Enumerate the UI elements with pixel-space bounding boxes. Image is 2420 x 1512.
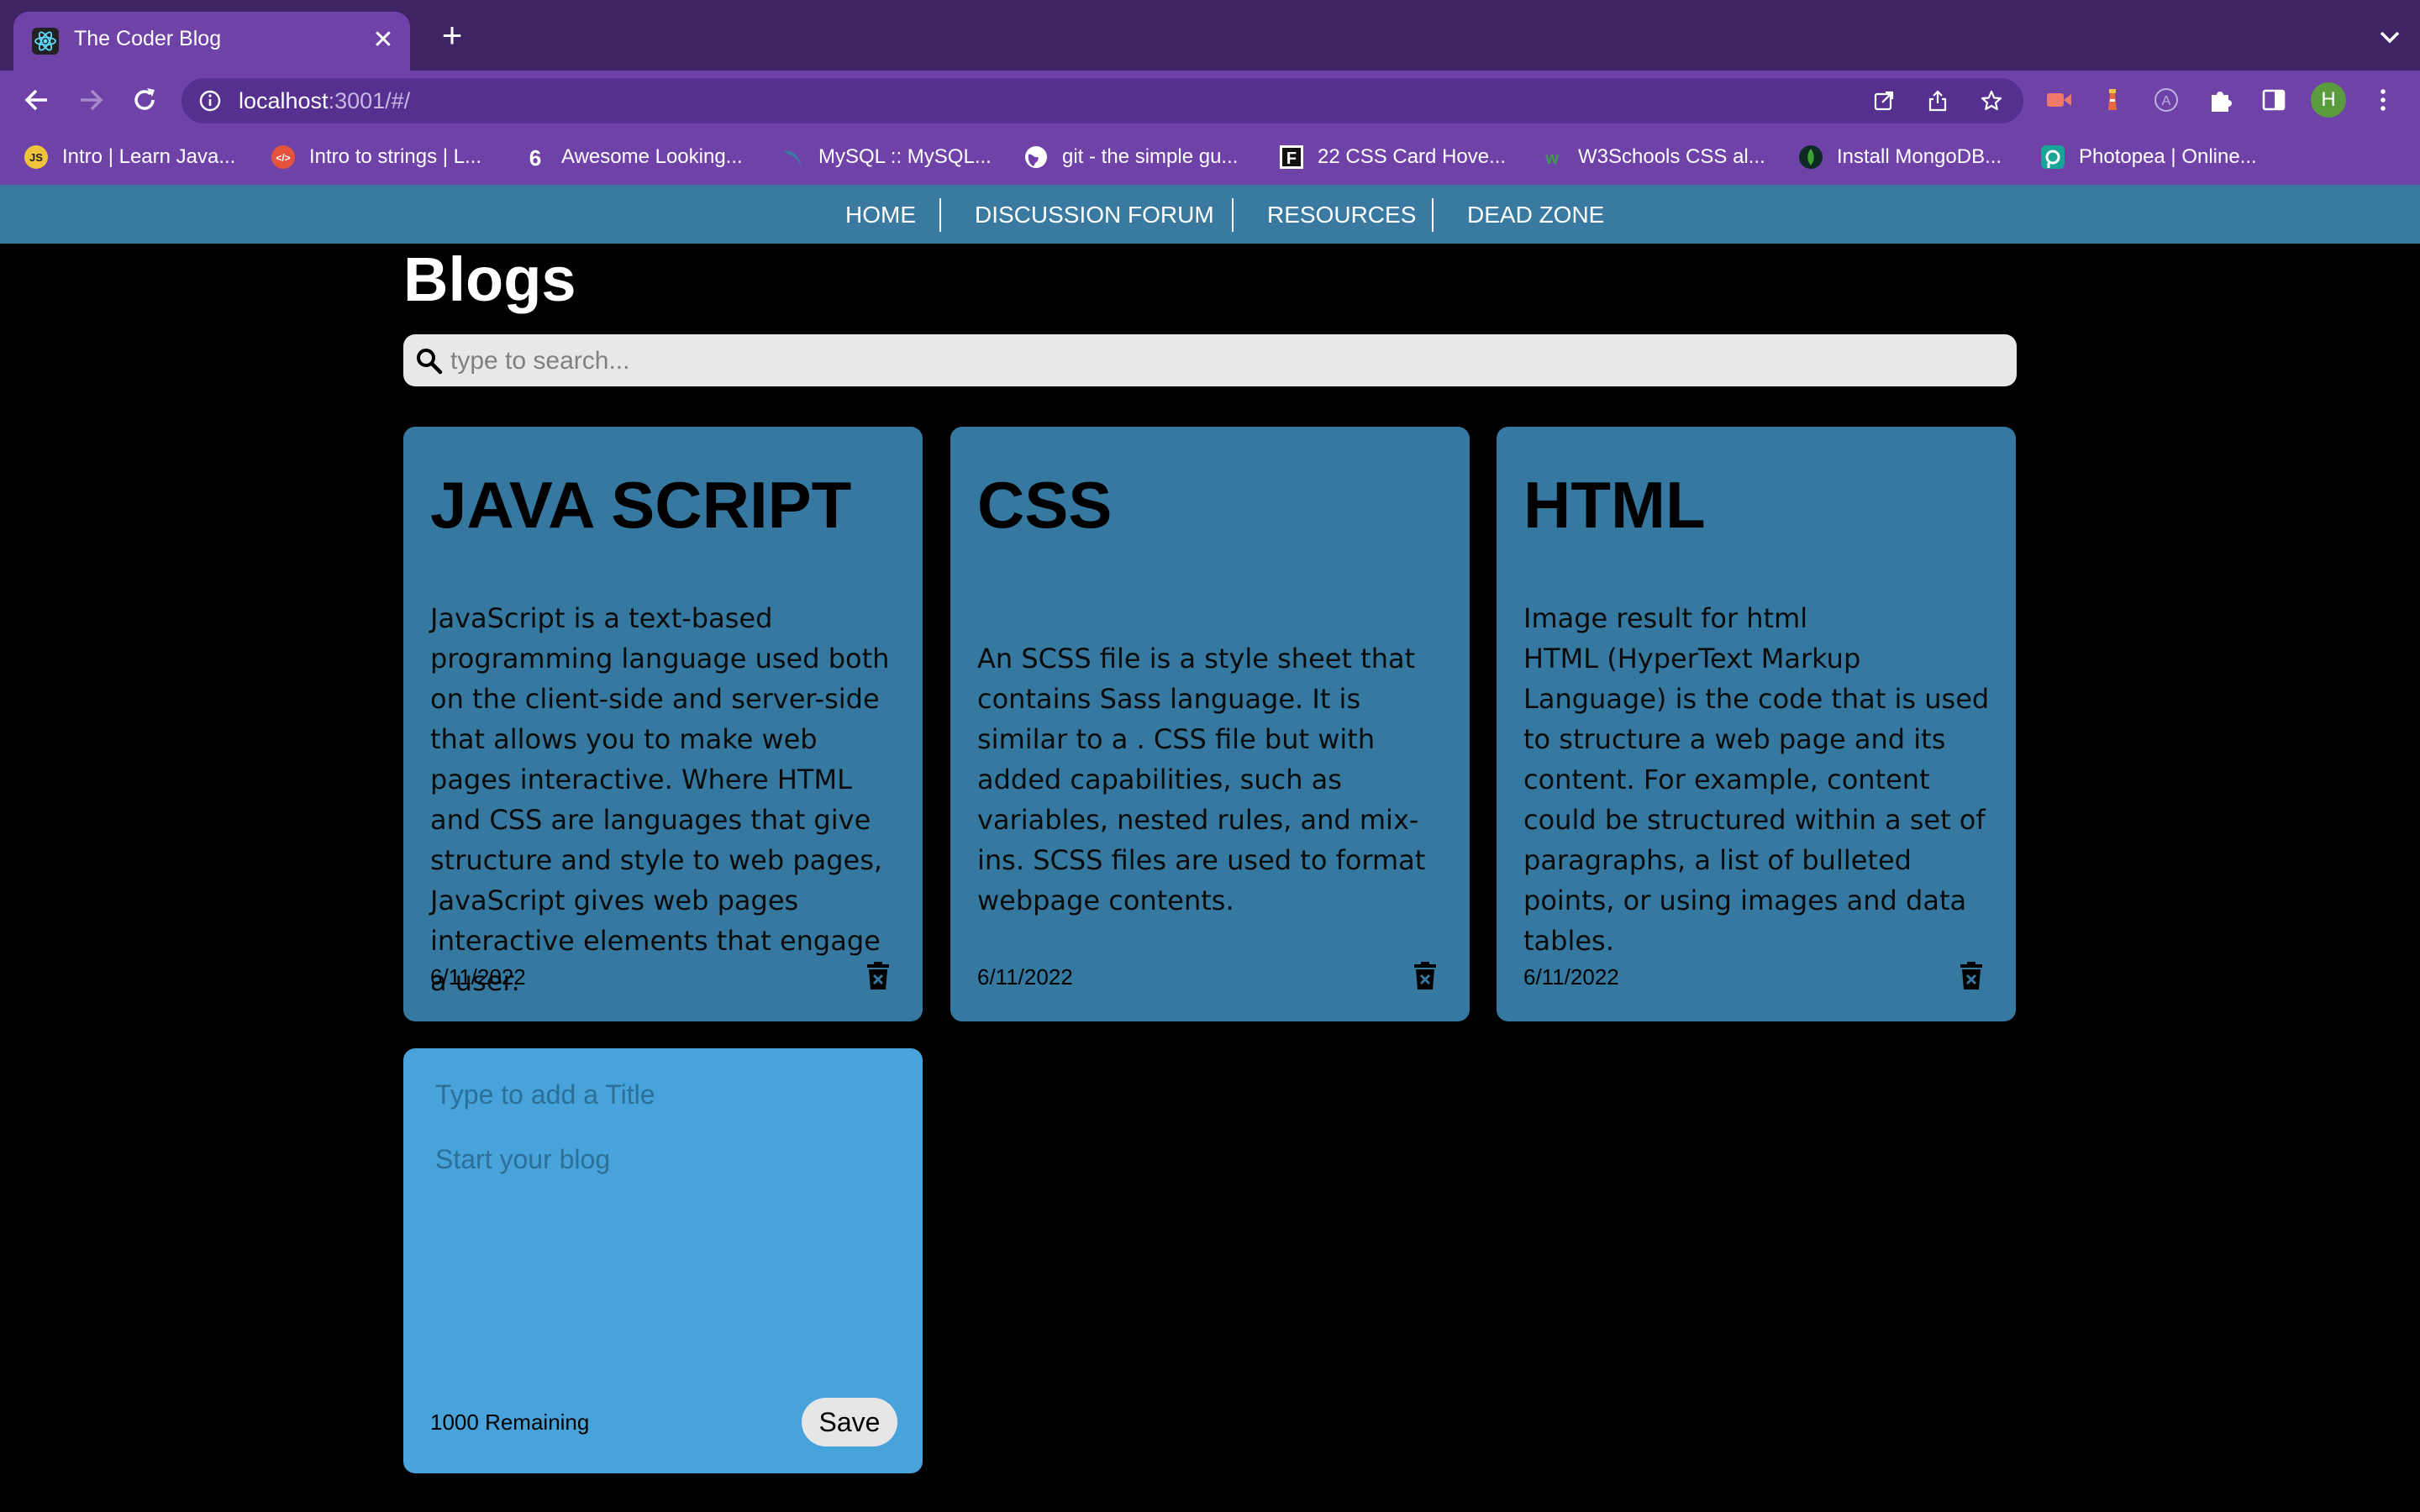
delete-icon[interactable] [864, 961, 892, 991]
svg-text:</>: </> [276, 152, 290, 164]
search-bar[interactable] [403, 334, 2017, 386]
back-arrow-icon[interactable] [20, 83, 54, 117]
js-icon: JS [24, 145, 48, 169]
nav-dead-zone[interactable]: DEAD ZONE [1467, 202, 1604, 228]
blog-card: HTML Image result for html HTML (HyperTe… [1497, 427, 2016, 1021]
delete-icon[interactable] [1957, 961, 1986, 991]
svg-text:w: w [1544, 150, 1559, 168]
blog-card: CSS An SCSS file is a style sheet that c… [950, 427, 1470, 1021]
more-menu-icon[interactable] [2368, 85, 2398, 115]
site-navbar: HOME DISCUSSION FORUM RESOURCES DEAD ZON… [0, 185, 2420, 244]
browser-toolbar: localhost:3001/#/ A H [0, 71, 2420, 129]
mongodb-icon [1799, 145, 1823, 169]
puzzle-extensions-icon[interactable] [2205, 85, 2235, 115]
w3-icon: w [1544, 150, 1559, 168]
blog-title: HTML [1523, 468, 1706, 542]
photopea-icon [2041, 145, 2065, 169]
nav-discussion-forum[interactable]: DISCUSSION FORUM [975, 202, 1214, 228]
accessibility-extension-icon[interactable]: A [2151, 85, 2181, 115]
profile-avatar[interactable]: H [2311, 82, 2346, 118]
globe-icon [1025, 146, 1047, 168]
svg-text:6: 6 [529, 145, 541, 170]
nav-divider [1432, 198, 1434, 232]
blog-card: JAVA SCRIPT JavaScript is a text-based p… [403, 427, 923, 1021]
new-tab-icon[interactable]: + [435, 18, 469, 53]
lighthouse-icon[interactable] [2097, 85, 2128, 115]
video-extension-icon[interactable] [2044, 85, 2074, 115]
blog-title: JAVA SCRIPT [430, 468, 852, 542]
browser-tab-strip: The Coder Blog ✕ + [0, 0, 2420, 71]
nav-divider [939, 198, 941, 232]
forward-arrow-icon[interactable] [74, 83, 108, 117]
remaining-characters: 1000 Remaining [430, 1410, 590, 1435]
blog-body-textarea[interactable] [434, 1142, 891, 1381]
save-button[interactable]: Save [802, 1398, 897, 1446]
blog-body: JavaScript is a text-based programming l… [430, 602, 890, 997]
info-icon[interactable] [198, 89, 222, 113]
share-icon[interactable] [1926, 89, 1949, 113]
svg-text:F: F [1286, 150, 1297, 168]
address-bar[interactable]: localhost:3001/#/ [182, 78, 2023, 123]
reload-icon[interactable] [128, 83, 161, 117]
blog-date: 6/11/2022 [1523, 964, 1619, 990]
new-blog-card: 1000 Remaining Save [403, 1048, 923, 1473]
blog-body: Image result for html HTML (HyperText Ma… [1523, 602, 1990, 957]
code-icon: </> [271, 145, 295, 169]
page-title: Blogs [403, 244, 576, 314]
star-icon[interactable] [1980, 89, 2003, 113]
nav-home[interactable]: HOME [845, 202, 916, 228]
side-panel-icon[interactable] [2259, 85, 2289, 115]
close-tab-icon[interactable]: ✕ [368, 25, 398, 55]
nav-resources[interactable]: RESOURCES [1267, 202, 1416, 228]
blog-date: 6/11/2022 [430, 964, 526, 990]
chevron-down-icon[interactable] [2373, 20, 2407, 54]
url-text: localhost:3001/#/ [239, 88, 411, 113]
svg-text:JS: JS [29, 151, 43, 164]
search-input[interactable] [449, 341, 1998, 381]
blog-title: CSS [977, 468, 1113, 542]
f-icon: F [1280, 145, 1303, 169]
blog-date: 6/11/2022 [977, 964, 1073, 990]
blog-body: An SCSS file is a style sheet that conta… [977, 643, 1426, 916]
six-icon: 6 [529, 145, 541, 170]
delete-icon[interactable] [1411, 961, 1439, 991]
bookmarks-bar: JS Intro | Learn Java... </> Intro to st… [0, 129, 2420, 185]
browser-tab[interactable]: The Coder Blog ✕ [13, 12, 410, 71]
blog-title-input[interactable] [434, 1075, 891, 1114]
search-icon [417, 349, 443, 375]
react-icon [32, 28, 59, 55]
mysql-icon [783, 150, 802, 166]
tab-title: The Coder Blog [74, 27, 222, 50]
open-in-window-icon[interactable] [1872, 89, 1896, 113]
nav-divider [1232, 198, 1234, 232]
svg-text:A: A [2162, 94, 2171, 108]
